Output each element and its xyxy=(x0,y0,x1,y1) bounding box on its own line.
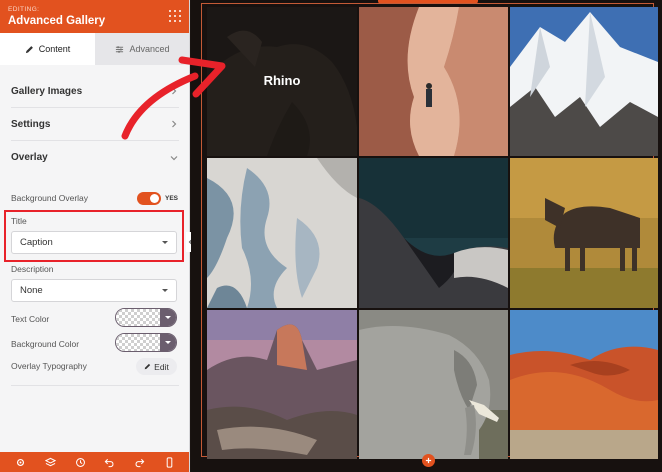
background-overlay-label: Background Overlay xyxy=(11,193,89,203)
title-label: Title xyxy=(11,216,27,226)
chevron-down-icon xyxy=(170,155,178,160)
gallery-image-desert-dunes[interactable] xyxy=(510,310,658,459)
gallery-image-night-mountain[interactable] xyxy=(359,158,508,308)
description-label: Description xyxy=(11,264,54,274)
transparent-swatch[interactable] xyxy=(116,334,160,351)
module-title: Advanced Gallery xyxy=(8,15,106,27)
gallery-image-canyon[interactable] xyxy=(359,7,508,156)
transparent-swatch[interactable] xyxy=(116,309,160,326)
desert-dunes-image xyxy=(510,310,658,459)
moose-image xyxy=(510,158,658,308)
redo-icon[interactable] xyxy=(133,456,145,468)
background-color-picker[interactable] xyxy=(115,333,177,352)
caret-down-icon xyxy=(165,316,171,319)
caret-down-icon xyxy=(165,341,171,344)
overlay-typography-label: Overlay Typography xyxy=(11,361,87,371)
color-dropdown-button[interactable] xyxy=(160,309,176,326)
description-select[interactable]: None xyxy=(11,279,177,302)
ice-rock-image xyxy=(207,158,357,308)
description-select-value: None xyxy=(20,285,43,296)
gallery-image-half-dome[interactable] xyxy=(207,310,357,459)
section-overlay-label: Overlay xyxy=(11,152,48,163)
edit-button-label: Edit xyxy=(154,361,169,372)
section-gallery-images-label: Gallery Images xyxy=(11,85,83,97)
snowy-mountain-image xyxy=(510,7,658,156)
editing-label: EDITING: xyxy=(8,6,40,13)
gallery-image-elephant[interactable] xyxy=(359,310,508,459)
mobile-icon[interactable] xyxy=(163,456,175,468)
history-icon[interactable] xyxy=(74,456,86,468)
caret-down-icon xyxy=(162,241,168,244)
grid-dots-icon[interactable] xyxy=(169,10,181,22)
elephant-image xyxy=(359,310,508,459)
color-dropdown-button[interactable] xyxy=(160,334,176,351)
layers-icon[interactable] xyxy=(44,456,56,468)
advanced-gallery[interactable]: Rhino xyxy=(201,3,658,459)
pencil-icon xyxy=(25,45,33,53)
night-mountain-image xyxy=(359,158,508,308)
pencil-icon xyxy=(144,363,151,370)
add-module-button[interactable] xyxy=(422,454,435,467)
background-color-label: Background Color xyxy=(11,339,80,349)
section-settings-label: Settings xyxy=(11,118,51,130)
gallery-image-snowy-mountain[interactable] xyxy=(510,7,658,156)
toggle-knob xyxy=(150,194,159,203)
text-color-picker[interactable] xyxy=(115,308,177,327)
toggle-state-label: YES xyxy=(165,195,179,202)
title-select[interactable]: Caption xyxy=(11,231,177,254)
tab-content[interactable]: Content xyxy=(0,33,95,65)
plus-icon xyxy=(425,457,432,464)
bottom-toolbar xyxy=(0,452,189,472)
panel-header: EDITING: Advanced Gallery xyxy=(0,0,189,33)
title-select-value: Caption xyxy=(20,237,53,248)
caret-down-icon xyxy=(162,289,168,292)
typography-edit-button[interactable]: Edit xyxy=(136,358,177,375)
half-dome-image xyxy=(207,310,357,459)
tab-content-label: Content xyxy=(38,44,71,54)
gallery-image-moose[interactable] xyxy=(510,158,658,308)
gear-icon[interactable] xyxy=(15,456,27,468)
canyon-image xyxy=(359,7,508,156)
section-divider xyxy=(11,385,179,386)
background-overlay-toggle[interactable] xyxy=(137,192,161,205)
text-color-label: Text Color xyxy=(11,314,50,324)
gallery-image-ice-rock[interactable] xyxy=(207,158,357,308)
pointer-arrow xyxy=(121,56,226,140)
undo-icon[interactable] xyxy=(104,456,116,468)
